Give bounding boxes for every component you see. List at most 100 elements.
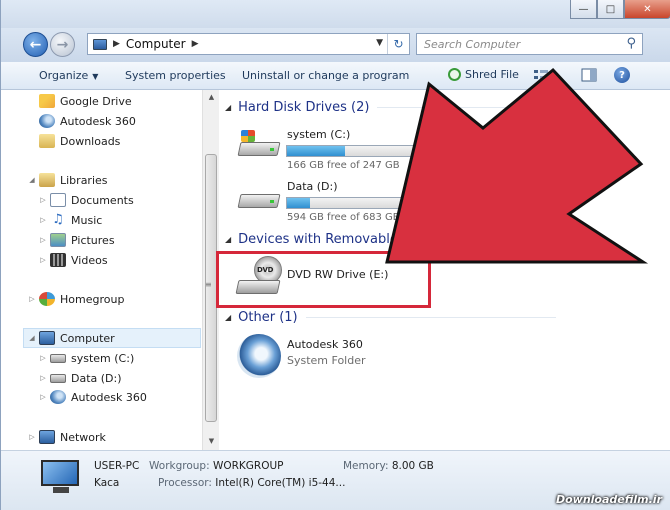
processor-label: Processor: xyxy=(158,477,212,489)
drive-usage-bar xyxy=(286,197,464,209)
refresh-icon: ↻ xyxy=(393,37,404,51)
group-divider xyxy=(305,317,556,318)
collapsed-chevron-icon[interactable]: ▷ xyxy=(28,295,36,303)
drive-usage-fill xyxy=(287,146,346,156)
nav-item-documents[interactable]: ▷ Documents xyxy=(39,190,134,210)
organize-button[interactable]: Organize ▼ xyxy=(39,69,98,82)
music-icon: ♫ xyxy=(52,212,64,227)
expanded-chevron-icon[interactable]: ◢ xyxy=(225,103,231,112)
nav-item-videos[interactable]: ▷ Videos xyxy=(39,250,108,270)
collapsed-chevron-icon[interactable]: ▷ xyxy=(39,196,47,204)
expanded-chevron-icon[interactable]: ◢ xyxy=(225,313,231,322)
expanded-chevron-icon[interactable]: ◢ xyxy=(28,176,36,184)
hard-drive-icon xyxy=(237,182,281,212)
autodesk-icon xyxy=(39,114,55,128)
uninstall-program-button[interactable]: Uninstall or change a program xyxy=(242,69,409,82)
search-icon[interactable]: ⚲ xyxy=(626,36,636,51)
windows-hard-drive-icon xyxy=(237,130,281,160)
system-properties-button[interactable]: System properties xyxy=(125,69,226,82)
collapsed-chevron-icon[interactable]: ▷ xyxy=(39,393,47,401)
group-header-removable-storage[interactable]: ◢ Devices with Removable St xyxy=(225,232,415,247)
nav-item-system-c[interactable]: ▷ system (C:) xyxy=(39,348,134,368)
title-bar: — □ ✕ xyxy=(1,0,670,28)
group-title: Devices with Removable St xyxy=(238,232,416,247)
processor-value: Intel(R) Core(TM) i5-44... xyxy=(215,477,346,489)
computer-icon xyxy=(93,38,107,50)
change-view-icon[interactable] xyxy=(533,68,549,82)
nav-item-music[interactable]: ▷ ♫ Music xyxy=(39,210,102,230)
collapsed-chevron-icon[interactable]: ▷ xyxy=(28,433,36,441)
drive-free-space: 166 GB free of 247 GB xyxy=(287,160,400,171)
drive-tile-d[interactable]: Data (D:) 594 GB free of 683 GB xyxy=(237,176,477,226)
nav-item-autodesk-drive[interactable]: ▷ Autodesk 360 xyxy=(39,387,147,407)
drive-name: Data (D:) xyxy=(287,180,338,193)
collapsed-chevron-icon[interactable]: ▷ xyxy=(39,216,47,224)
watermark: Downloadefilm.ir xyxy=(555,493,662,506)
group-title: Hard Disk Drives (2) xyxy=(238,100,370,115)
address-bar[interactable]: ▶ Computer ▶ ▼ ↻ xyxy=(87,33,410,55)
downloads-folder-icon xyxy=(39,134,55,148)
breadcrumb-computer[interactable]: Computer xyxy=(126,37,186,51)
scroll-up-icon[interactable]: ▲ xyxy=(203,90,220,104)
collapsed-chevron-icon[interactable]: ▷ xyxy=(39,374,47,382)
breadcrumb-separator-icon[interactable]: ▶ xyxy=(192,39,199,49)
nav-item-google-drive[interactable]: Google Drive xyxy=(39,91,132,111)
pictures-icon xyxy=(50,233,66,247)
nav-label: Libraries xyxy=(60,173,108,187)
nav-item-homegroup[interactable]: ▷ Homegroup xyxy=(28,289,124,309)
minimize-button[interactable]: — xyxy=(570,0,597,19)
maximize-button[interactable]: □ xyxy=(597,0,624,19)
address-dropdown-icon[interactable]: ▼ xyxy=(376,38,383,48)
nav-label: Downloads xyxy=(60,134,121,148)
nav-label: Music xyxy=(71,213,103,227)
refresh-button[interactable]: ↻ xyxy=(387,34,409,54)
expanded-chevron-icon[interactable]: ◢ xyxy=(28,334,36,342)
expanded-chevron-icon[interactable]: ◢ xyxy=(225,235,231,244)
item-autodesk-360[interactable]: Autodesk 360 System Folder xyxy=(237,334,477,384)
help-button[interactable]: ? xyxy=(614,67,630,83)
computer-icon xyxy=(41,460,81,494)
forward-arrow-icon: → xyxy=(56,36,69,53)
nav-item-autodesk[interactable]: Autodesk 360 xyxy=(39,111,136,131)
nav-label: Computer xyxy=(60,331,115,345)
drive-tile-c[interactable]: system (C:) 166 GB free of 247 GB xyxy=(237,124,477,174)
computer-name: USER-PC xyxy=(94,460,140,472)
nav-item-computer[interactable]: ◢ Computer xyxy=(23,328,201,348)
breadcrumb-separator-icon[interactable]: ▶ xyxy=(113,39,120,49)
chevron-down-icon: ▼ xyxy=(92,72,99,81)
google-drive-folder-icon xyxy=(39,94,55,108)
search-input[interactable]: Search Computer ⚲ xyxy=(416,33,643,55)
group-divider xyxy=(377,107,528,108)
collapsed-chevron-icon[interactable]: ▷ xyxy=(39,256,47,264)
drive-name: system (C:) xyxy=(287,128,351,141)
shred-file-button[interactable]: Shred File xyxy=(448,68,519,81)
hard-drive-icon xyxy=(50,353,66,363)
nav-item-pictures[interactable]: ▷ Pictures xyxy=(39,230,115,250)
preview-pane-icon[interactable] xyxy=(581,68,597,82)
scroll-down-icon[interactable]: ▼ xyxy=(203,434,220,448)
nav-label: Homegroup xyxy=(60,292,125,306)
libraries-icon xyxy=(39,173,55,187)
nav-label: Autodesk 360 xyxy=(60,114,136,128)
nav-label: Documents xyxy=(71,193,134,207)
collapsed-chevron-icon[interactable]: ▷ xyxy=(39,354,47,362)
window-controls: — □ ✕ xyxy=(570,0,670,19)
nav-item-network[interactable]: ▷ Network xyxy=(28,427,106,447)
nav-item-data-d[interactable]: ▷ Data (D:) xyxy=(39,368,121,388)
workgroup-value: WORKGROUP xyxy=(212,460,284,472)
nav-label: Autodesk 360 xyxy=(71,390,147,404)
back-button[interactable]: ← xyxy=(23,32,48,57)
nav-label: Videos xyxy=(71,253,108,267)
close-button[interactable]: ✕ xyxy=(624,0,670,19)
group-header-other[interactable]: ◢ Other (1) xyxy=(225,310,556,325)
nav-label: Google Drive xyxy=(60,94,132,108)
nav-item-downloads[interactable]: Downloads xyxy=(39,131,120,151)
collapsed-chevron-icon[interactable]: ▷ xyxy=(39,236,47,244)
scroll-grip-icon: ≡ xyxy=(205,280,212,289)
group-header-hard-disk-drives[interactable]: ◢ Hard Disk Drives (2) xyxy=(225,100,528,115)
nav-item-libraries[interactable]: ◢ Libraries xyxy=(28,170,108,190)
explorer-window: — □ ✕ ← → ▶ Computer ▶ ▼ ↻ Search Comput… xyxy=(0,0,670,510)
workgroup-label: Workgroup: xyxy=(149,460,210,472)
item-type: System Folder xyxy=(287,354,366,367)
forward-button[interactable]: → xyxy=(50,32,75,57)
